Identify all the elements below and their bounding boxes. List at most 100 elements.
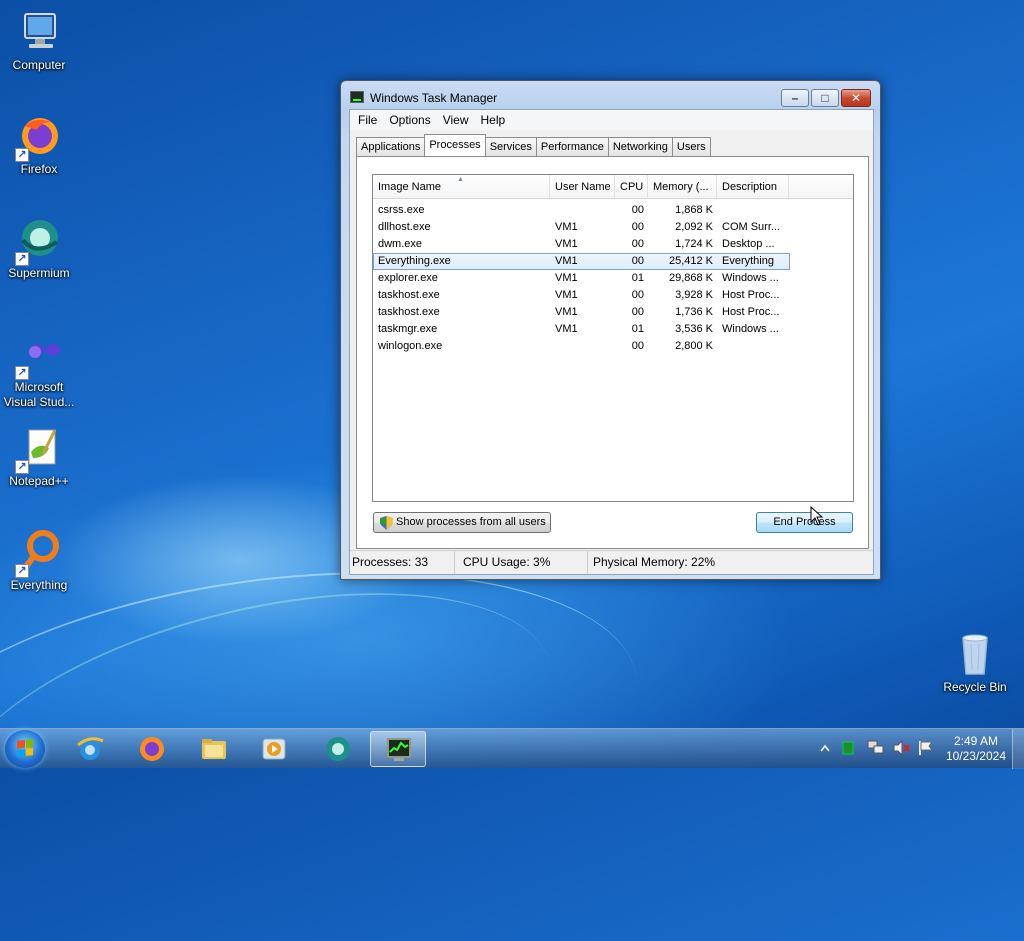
taskbar-media-player[interactable] xyxy=(246,731,302,767)
notepad-plus-plus-icon: ↗ xyxy=(15,424,63,474)
action-center-flag-icon[interactable] xyxy=(918,740,934,756)
table-row[interactable]: taskmgr.exe VM1 01 3,536 K Windows ... xyxy=(373,321,853,338)
desktop-icon-label: Supermium xyxy=(8,266,70,280)
desktop-icon-label: Microsoft Visual Stud... xyxy=(3,380,75,409)
menu-file[interactable]: File xyxy=(352,110,383,130)
shortcut-arrow-icon: ↗ xyxy=(15,148,29,162)
tab-performance[interactable]: Performance xyxy=(535,137,609,156)
column-header-image-name[interactable]: ▲ Image Name xyxy=(373,175,550,198)
sort-ascending-icon: ▲ xyxy=(457,176,464,183)
taskbar-file-explorer[interactable] xyxy=(186,731,242,767)
mouse-cursor-icon xyxy=(810,506,824,526)
tab-applications[interactable]: Applications xyxy=(356,137,426,156)
shortcut-arrow-icon: ↗ xyxy=(15,366,29,380)
maximize-icon: □ xyxy=(821,91,829,105)
menu-options[interactable]: Options xyxy=(383,110,436,130)
firefox-icon: ↗ xyxy=(15,112,63,162)
taskbar-firefox[interactable] xyxy=(124,731,180,767)
tab-users[interactable]: Users xyxy=(671,137,711,156)
column-header-description[interactable]: Description xyxy=(717,175,789,198)
tab-services[interactable]: Services xyxy=(484,137,537,156)
menu-bar: File Options View Help xyxy=(350,110,873,130)
end-process-button[interactable]: End Process xyxy=(756,512,853,533)
table-row[interactable]: csrss.exe 00 1,868 K xyxy=(373,202,853,219)
system-clock[interactable]: 2:49 AM 10/23/2024 xyxy=(946,734,1006,764)
menu-view[interactable]: View xyxy=(437,110,475,130)
table-row[interactable]: taskhost.exe VM1 00 1,736 K Host Proc... xyxy=(373,304,853,321)
file-explorer-icon xyxy=(202,739,226,759)
desktop-icon-supermium[interactable]: ↗ Supermium xyxy=(1,216,77,281)
desktop-icon-label: Notepad++ xyxy=(9,474,69,488)
table-row-selected[interactable]: Everything.exe VM1 00 25,412 K Everything xyxy=(373,253,790,270)
taskbar-supermium[interactable] xyxy=(310,731,366,767)
table-row[interactable]: taskhost.exe VM1 00 3,928 K Host Proc... xyxy=(373,287,853,304)
task-manager-icon xyxy=(350,91,364,103)
desktop-icon-label: Firefox xyxy=(20,162,58,176)
windows-logo-icon xyxy=(17,739,33,757)
clock-time: 2:49 AM xyxy=(953,734,998,748)
taskbar: 2:49 AM 10/23/2024 xyxy=(0,728,1024,769)
volume-muted-icon[interactable] xyxy=(893,740,911,756)
menu-help[interactable]: Help xyxy=(475,110,512,130)
table-row[interactable]: explorer.exe VM1 01 29,868 K Windows ... xyxy=(373,270,853,287)
uac-shield-icon xyxy=(380,516,393,530)
desktop-icon-notepad-plus-plus[interactable]: ↗ Notepad++ xyxy=(1,424,77,489)
hardware-monitor-icon[interactable] xyxy=(842,741,854,755)
notification-area: 2:49 AM 10/23/2024 xyxy=(804,729,1024,769)
show-desktop-button[interactable] xyxy=(1012,729,1024,769)
start-button[interactable] xyxy=(5,730,45,768)
status-cpu-usage: CPU Usage: 3% xyxy=(455,551,588,574)
table-row[interactable]: dwm.exe VM1 00 1,724 K Desktop ... xyxy=(373,236,853,253)
desktop-icon-visual-studio[interactable]: ↗ Microsoft Visual Stud... xyxy=(1,330,77,410)
desktop-icon-computer[interactable]: Computer xyxy=(1,8,77,73)
table-row[interactable]: dllhost.exe VM1 00 2,092 K COM Surr... xyxy=(373,219,853,236)
tab-processes[interactable]: Processes xyxy=(424,134,486,156)
shortcut-arrow-icon: ↗ xyxy=(15,460,29,474)
supermium-icon: ↗ xyxy=(15,216,63,266)
show-all-processes-label: Show processes from all users xyxy=(396,516,546,528)
column-header-filler xyxy=(789,175,853,198)
table-row[interactable]: winlogon.exe 00 2,800 K xyxy=(373,338,853,355)
title-bar[interactable]: Windows Task Manager – □ ✕ xyxy=(341,81,880,111)
show-hidden-icons-icon[interactable] xyxy=(820,744,830,752)
computer-icon xyxy=(15,8,63,56)
process-list-header: ▲ Image Name User Name CPU Memory (... De… xyxy=(373,175,853,199)
supermium-icon xyxy=(326,737,350,761)
close-icon: ✕ xyxy=(850,91,862,105)
network-icon[interactable] xyxy=(867,740,885,756)
visual-studio-icon: ↗ xyxy=(15,330,63,380)
desktop-icon-label: Computer xyxy=(12,58,66,72)
clock-date: 10/23/2024 xyxy=(945,749,1006,763)
desktop-icon-label: Recycle Bin xyxy=(943,680,1007,694)
task-manager-icon xyxy=(387,738,411,761)
desktop-icon-label: Everything xyxy=(10,578,68,592)
processes-panel: ▲ Image Name User Name CPU Memory (... De… xyxy=(356,156,869,549)
window-client-area: File Options View Help Applications Proc… xyxy=(349,109,874,575)
firefox-icon xyxy=(140,737,164,761)
taskbar-internet-explorer[interactable] xyxy=(62,731,118,767)
internet-explorer-icon xyxy=(77,737,104,760)
everything-icon: ↗ xyxy=(15,528,63,578)
close-button[interactable]: ✕ xyxy=(841,89,871,107)
shortcut-arrow-icon: ↗ xyxy=(15,252,29,266)
column-header-cpu[interactable]: CPU xyxy=(615,175,648,198)
recycle-bin-icon xyxy=(951,630,999,678)
process-list[interactable]: ▲ Image Name User Name CPU Memory (... De… xyxy=(372,174,854,502)
tab-strip: Applications Processes Services Performa… xyxy=(356,134,711,156)
media-player-icon xyxy=(262,738,286,760)
column-header-memory[interactable]: Memory (... xyxy=(648,175,717,198)
desktop-icon-everything[interactable]: ↗ Everything xyxy=(1,528,77,593)
show-all-processes-button[interactable]: Show processes from all users xyxy=(373,512,551,533)
shortcut-arrow-icon: ↗ xyxy=(15,564,29,578)
task-manager-window: Windows Task Manager – □ ✕ File Options … xyxy=(340,80,881,580)
desktop-icon-firefox[interactable]: ↗ Firefox xyxy=(1,112,77,177)
minimize-button[interactable]: – xyxy=(781,89,809,107)
process-rows: csrss.exe 00 1,868 K dllhost.exe VM1 00 2,092… xyxy=(373,199,853,355)
window-title: Windows Task Manager xyxy=(370,91,498,105)
status-processes: Processes: 33 xyxy=(350,551,455,574)
taskbar-task-manager[interactable] xyxy=(370,731,426,767)
tab-networking[interactable]: Networking xyxy=(607,137,673,156)
maximize-button[interactable]: □ xyxy=(811,89,839,107)
column-header-user-name[interactable]: User Name xyxy=(550,175,615,198)
desktop-icon-recycle-bin[interactable]: Recycle Bin xyxy=(937,630,1013,695)
